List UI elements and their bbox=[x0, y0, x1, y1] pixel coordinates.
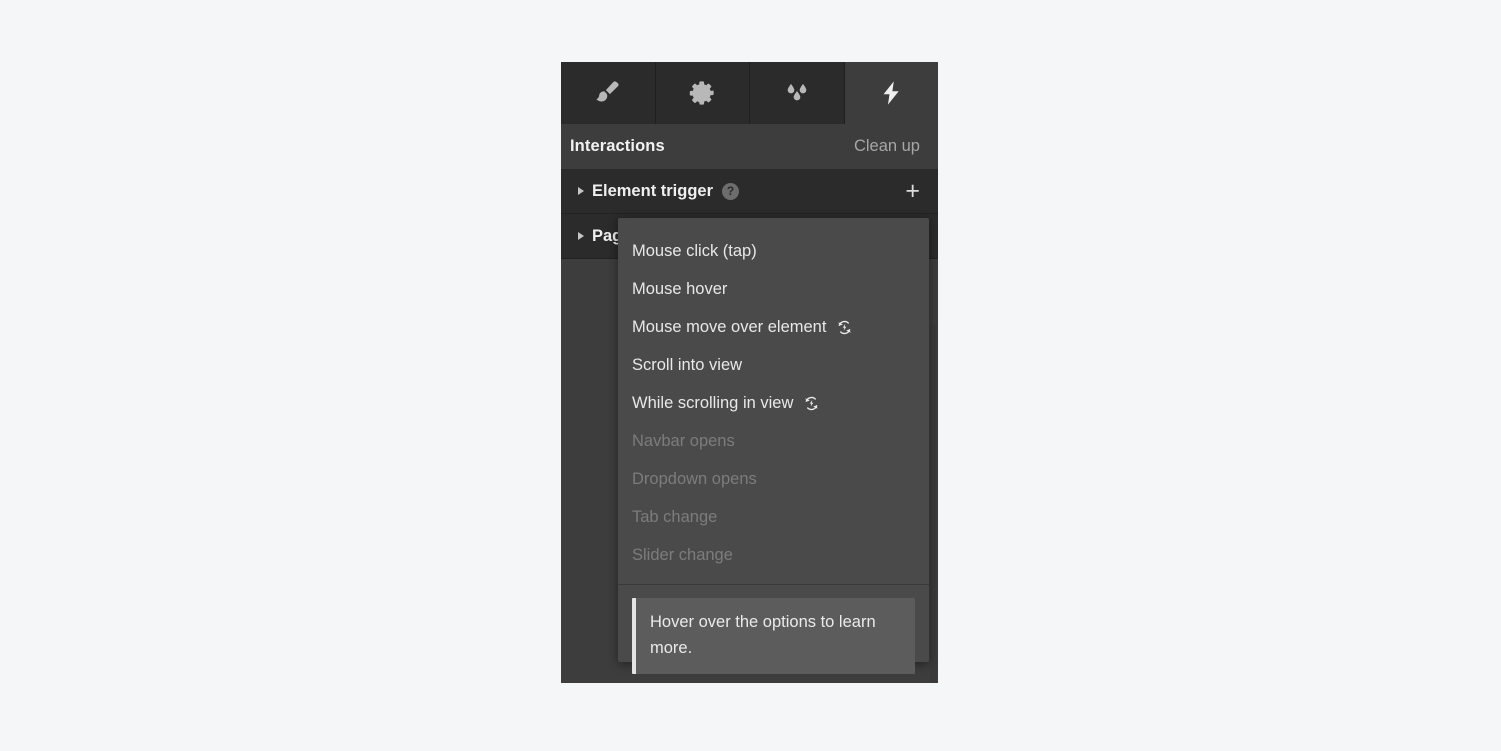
dropdown-option: Navbar opens bbox=[618, 422, 929, 460]
gear-icon bbox=[688, 79, 716, 107]
dropdown-option[interactable]: Mouse move over element bbox=[618, 308, 929, 346]
dropdown-footer: Hover over the options to learn more. bbox=[618, 584, 929, 688]
chevron-right-icon[interactable] bbox=[570, 187, 592, 195]
interactions-tab[interactable] bbox=[844, 62, 938, 124]
loop-bolt-icon bbox=[835, 318, 854, 337]
panel-tab-bar bbox=[561, 62, 938, 124]
hint-tooltip-text: Hover over the options to learn more. bbox=[650, 613, 876, 657]
dropdown-option: Tab change bbox=[618, 498, 929, 536]
trigger-type-dropdown: Mouse click (tap) Mouse hover Mouse move o… bbox=[618, 218, 929, 674]
droplets-icon bbox=[782, 78, 812, 108]
dropdown-option-label: Scroll into view bbox=[632, 355, 743, 374]
dropdown-option: Dropdown opens bbox=[618, 460, 929, 498]
hint-tooltip: Hover over the options to learn more. bbox=[632, 598, 915, 674]
section-element-trigger[interactable]: Element trigger ? + bbox=[561, 169, 938, 214]
loop-bolt-icon bbox=[802, 394, 821, 413]
paintbrush-icon bbox=[593, 78, 623, 108]
question-mark-icon[interactable]: ? bbox=[722, 182, 740, 200]
dropdown-option-label: Tab change bbox=[632, 507, 718, 526]
dropdown-option[interactable]: Scroll into view bbox=[618, 346, 929, 384]
effects-tab[interactable] bbox=[750, 62, 845, 124]
dropdown-option-label: Mouse hover bbox=[632, 279, 728, 298]
add-element-trigger-button[interactable]: + bbox=[905, 178, 920, 204]
dropdown-option-label: While scrolling in view bbox=[632, 393, 794, 412]
dropdown-option-list: Mouse click (tap) Mouse hover Mouse move o… bbox=[618, 218, 929, 584]
settings-tab[interactable] bbox=[655, 62, 750, 124]
dropdown-option[interactable]: Mouse hover bbox=[618, 270, 929, 308]
panel-header: Interactions Clean up bbox=[561, 124, 938, 169]
dropdown-option: Slider change bbox=[618, 536, 929, 574]
chevron-right-icon[interactable] bbox=[570, 232, 592, 240]
clean-up-button[interactable]: Clean up bbox=[854, 137, 920, 156]
page-title: Interactions bbox=[570, 137, 665, 155]
dropdown-option-label: Mouse click (tap) bbox=[632, 241, 757, 260]
dropdown-option-label: Mouse move over element bbox=[632, 317, 827, 336]
dropdown-option-label: Dropdown opens bbox=[632, 469, 757, 488]
dropdown-option-label: Navbar opens bbox=[632, 431, 735, 450]
style-tab[interactable] bbox=[561, 62, 656, 124]
dropdown-option-label: Slider change bbox=[632, 545, 733, 564]
panel-scrollbar[interactable] bbox=[930, 324, 937, 683]
dropdown-option[interactable]: While scrolling in view bbox=[618, 384, 929, 422]
lightning-bolt-icon bbox=[878, 79, 904, 107]
section-element-trigger-label: Element trigger bbox=[592, 181, 714, 200]
dropdown-option[interactable]: Mouse click (tap) bbox=[618, 232, 929, 270]
